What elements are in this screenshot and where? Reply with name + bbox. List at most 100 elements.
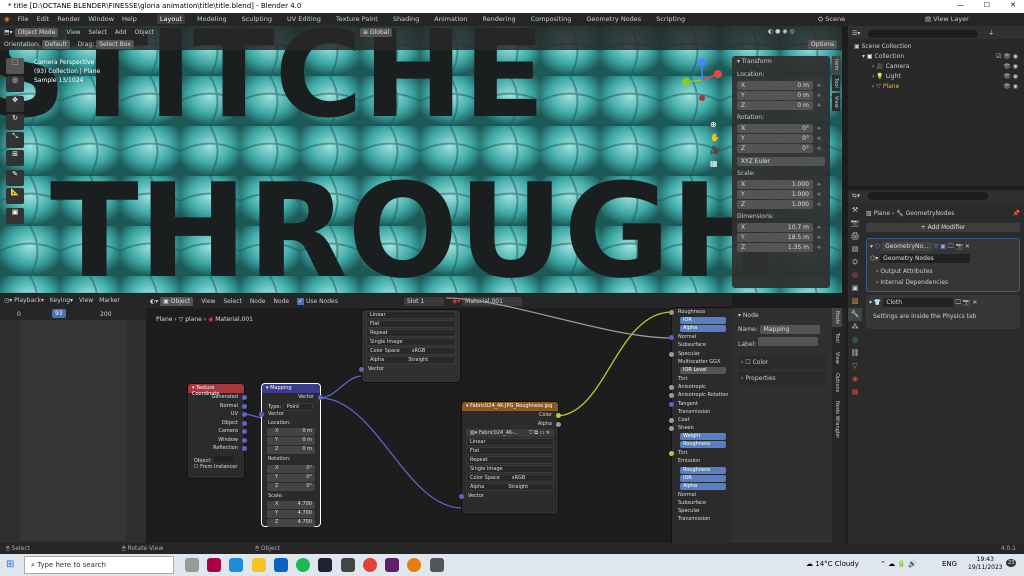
texture-tab-icon[interactable]: ▦: [848, 386, 862, 399]
keyframe-icon[interactable]: ⟡: [817, 234, 821, 242]
move-tool-icon[interactable]: ✥: [6, 96, 24, 112]
current-frame-indicator[interactable]: 93: [52, 309, 66, 318]
scl-z-field[interactable]: Z 1.000 ⟡: [737, 200, 821, 209]
input-socket[interactable]: [669, 426, 674, 432]
input-socket[interactable]: [669, 393, 674, 399]
slack-icon[interactable]: [385, 558, 400, 572]
keyframe-icon[interactable]: ⟡: [817, 191, 821, 199]
tab-sculpting[interactable]: Sculpting: [239, 14, 275, 24]
input-socket[interactable]: [669, 335, 674, 341]
outliner-scene-collection[interactable]: ▣ Scene Collection: [854, 42, 1018, 52]
modifier-toggles[interactable]: ▽ ▣ 🖵 📷: [934, 243, 963, 250]
menu-file[interactable]: File: [18, 15, 29, 23]
alpha-mode-dropdown[interactable]: Alpha Straight: [466, 483, 554, 491]
task-view-icon[interactable]: [185, 558, 199, 572]
keyframe-icon[interactable]: ⟡: [817, 145, 821, 153]
keyframe-icon[interactable]: ⟡: [817, 125, 821, 133]
material-tab-icon[interactable]: ◉: [848, 373, 862, 386]
language-indicator[interactable]: ENG: [942, 560, 957, 568]
editor-type-icon[interactable]: ⬒▾: [4, 29, 15, 36]
outliner-type-icon[interactable]: ☰▾: [852, 30, 860, 37]
modifier-toggles[interactable]: 🖵 📷: [955, 299, 970, 306]
vector-input-socket[interactable]: [359, 367, 364, 372]
clock[interactable]: 19:43 19/11/2023: [968, 556, 1003, 572]
scene-selector[interactable]: ⛭ Scene: [818, 15, 845, 24]
playback-menu[interactable]: Playback▾: [14, 297, 44, 304]
rot-x-field[interactable]: X 0° ⟡: [737, 124, 821, 133]
bsdf-field[interactable]: IOR Level: [680, 366, 726, 374]
tab-animation[interactable]: Animation: [431, 14, 470, 24]
tab-view[interactable]: View: [832, 349, 842, 367]
outliner-plane[interactable]: › ▽ Plane 👁 ◉: [854, 82, 1018, 92]
tab-tool[interactable]: Tool: [832, 75, 840, 92]
tab-scripting[interactable]: Scripting: [653, 14, 688, 24]
option-dropdown[interactable]: Single Image: [466, 465, 554, 473]
edge-icon[interactable]: [229, 558, 244, 572]
tab-options[interactable]: Options: [832, 370, 842, 395]
world-tab-icon[interactable]: ◍: [848, 269, 862, 282]
mapping-scl-y[interactable]: Y 4.700: [267, 510, 315, 518]
input-socket[interactable]: [669, 401, 674, 407]
tab-view[interactable]: View: [832, 93, 840, 111]
object-field[interactable]: [213, 455, 234, 462]
menu-render[interactable]: Render: [57, 15, 80, 23]
internal-deps-panel[interactable]: › Internal Dependencies: [870, 277, 1016, 288]
bsdf-field[interactable]: IOR: [680, 317, 726, 325]
output-socket[interactable]: [242, 420, 247, 426]
object-menu[interactable]: Object: [134, 29, 154, 36]
transform-tool-icon[interactable]: ⊞: [6, 150, 24, 166]
output-tab-icon[interactable]: 🖨: [848, 230, 862, 243]
node-header[interactable]: ▾ Texture Coordinate: [188, 384, 244, 397]
object-tab-icon[interactable]: ▧: [848, 295, 862, 308]
keyframe-icon[interactable]: ⟡: [817, 92, 821, 100]
tab-geometry-nodes[interactable]: Geometry Nodes: [583, 14, 644, 24]
output-socket[interactable]: [242, 437, 247, 443]
blender-logo-icon[interactable]: ◉: [4, 15, 10, 23]
loc-x-field[interactable]: X0 m ⟡: [737, 81, 821, 90]
windows-start-icon[interactable]: ⊞: [6, 559, 14, 570]
input-socket[interactable]: [669, 417, 674, 423]
color-space-dropdown[interactable]: Color Space sRGB: [466, 474, 554, 482]
tab-node[interactable]: Node: [832, 308, 842, 328]
tool-tab-icon[interactable]: ⚒: [848, 204, 862, 217]
output-socket[interactable]: [242, 429, 247, 434]
tab-compositing[interactable]: Compositing: [528, 14, 575, 24]
menu-window[interactable]: Window: [88, 15, 114, 23]
color-space-dropdown[interactable]: Color Space sRGB: [366, 347, 456, 355]
bsdf-field[interactable]: Alpha: [680, 482, 726, 490]
camera-view-icon[interactable]: 🎥: [710, 144, 720, 157]
alpha-mode-dropdown[interactable]: Alpha Straight: [366, 356, 456, 364]
mapping-node[interactable]: ▾ Mapping Vector Type: Point Vector Loca…: [259, 384, 323, 527]
vector-input-socket[interactable]: [459, 494, 464, 499]
measure-tool-icon[interactable]: 📐: [6, 188, 24, 204]
view-layer-tab-icon[interactable]: ▤: [848, 243, 862, 256]
minimize-button[interactable]: —: [957, 1, 964, 9]
output-socket[interactable]: [242, 395, 247, 400]
notification-badge[interactable]: 23: [1006, 559, 1017, 567]
keyframe-icon[interactable]: ⟡: [817, 224, 821, 232]
color-panel[interactable]: › ☐ Color: [738, 356, 826, 369]
view-menu[interactable]: View: [79, 297, 93, 304]
tab-shading[interactable]: Shading: [390, 14, 422, 24]
maximize-button[interactable]: ☐: [984, 1, 990, 9]
keyframe-icon[interactable]: ⟡: [817, 82, 821, 90]
weather-widget[interactable]: ☁ 14°C Cloudy: [806, 560, 859, 568]
tab-texture-paint[interactable]: Texture Paint: [333, 14, 381, 24]
mapping-scl-x[interactable]: X 4.700: [267, 501, 315, 509]
menu-edit[interactable]: Edit: [37, 15, 50, 23]
data-tab-icon[interactable]: ▽: [848, 360, 862, 373]
mapping-rot-x[interactable]: X 0°: [267, 464, 315, 473]
remove-modifier-icon[interactable]: ✕: [965, 243, 970, 250]
mapping-rot-y[interactable]: Y 0°: [267, 473, 315, 482]
node-editor[interactable]: ◐▾ ▣ Object View Select Node Node ✓ Use …: [146, 294, 732, 543]
dim-y-field[interactable]: Y 18.5 m ⟡: [737, 233, 821, 242]
bsdf-field[interactable]: IOR: [680, 474, 726, 482]
bsdf-field[interactable]: Roughness: [680, 466, 726, 474]
node-header[interactable]: ▾ Fabric024_4K-JPG_Roughness.jpg: [462, 402, 558, 411]
tray-icons[interactable]: ⌃ ☁ 🔋 🔊: [880, 560, 917, 568]
taskbar-search[interactable]: ⌕ Type here to search: [24, 556, 174, 574]
option-dropdown[interactable]: Linear: [366, 311, 456, 319]
keyframe-icon[interactable]: ⟡: [817, 201, 821, 209]
mapping-loc-z[interactable]: Z0 m: [267, 446, 315, 454]
properties-panel[interactable]: › Properties: [738, 372, 826, 385]
